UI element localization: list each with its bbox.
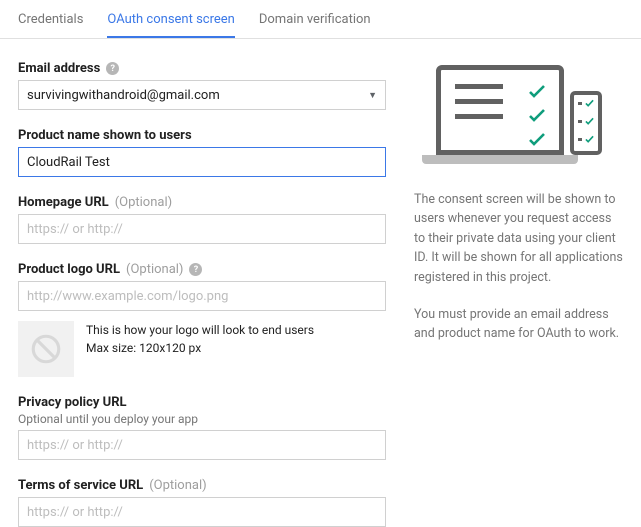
product-name-input[interactable] (18, 147, 386, 177)
logo-hint-1: This is how your logo will look to end u… (86, 321, 314, 339)
email-value: survivingwithandroid@gmail.com (27, 88, 220, 103)
homepage-input[interactable] (18, 214, 386, 244)
no-entry-icon (29, 332, 63, 366)
email-select[interactable]: survivingwithandroid@gmail.com ▼ (18, 80, 386, 110)
tos-label: Terms of service URL (18, 478, 143, 493)
check-icon (585, 114, 594, 129)
privacy-input[interactable] (18, 430, 386, 460)
help-icon[interactable]: ? (189, 263, 202, 276)
help-icon[interactable]: ? (106, 62, 119, 75)
check-icon (529, 132, 545, 150)
tab-domain-verification[interactable]: Domain verification (259, 0, 371, 38)
homepage-label: Homepage URL (18, 195, 109, 210)
consent-illustration (414, 65, 623, 164)
consent-description-1: The consent screen will be shown to user… (414, 190, 623, 287)
logo-url-label: Product logo URL (18, 262, 120, 277)
privacy-sublabel: Optional until you deploy your app (18, 412, 386, 426)
check-icon (529, 108, 545, 126)
logo-url-input[interactable] (18, 281, 386, 311)
logo-hint-2: Max size: 120x120 px (86, 339, 314, 357)
tab-credentials[interactable]: Credentials (18, 0, 83, 38)
tab-oauth-consent[interactable]: OAuth consent screen (107, 0, 234, 38)
check-icon (529, 84, 545, 102)
check-icon (585, 132, 594, 147)
tos-optional: (Optional) (149, 478, 206, 493)
email-label: Email address (18, 61, 100, 76)
homepage-optional: (Optional) (115, 195, 172, 210)
consent-description-2: You must provide an email address and pr… (414, 305, 623, 344)
tab-bar: Credentials OAuth consent screen Domain … (0, 0, 641, 39)
product-name-label: Product name shown to users (18, 128, 192, 143)
logo-url-optional: (Optional) (126, 262, 183, 277)
phone-icon (570, 91, 602, 155)
tos-input[interactable] (18, 497, 386, 527)
privacy-label: Privacy policy URL (18, 395, 127, 410)
logo-preview (18, 321, 74, 377)
check-icon (585, 96, 594, 111)
laptop-icon (436, 65, 564, 164)
chevron-down-icon: ▼ (368, 90, 377, 101)
